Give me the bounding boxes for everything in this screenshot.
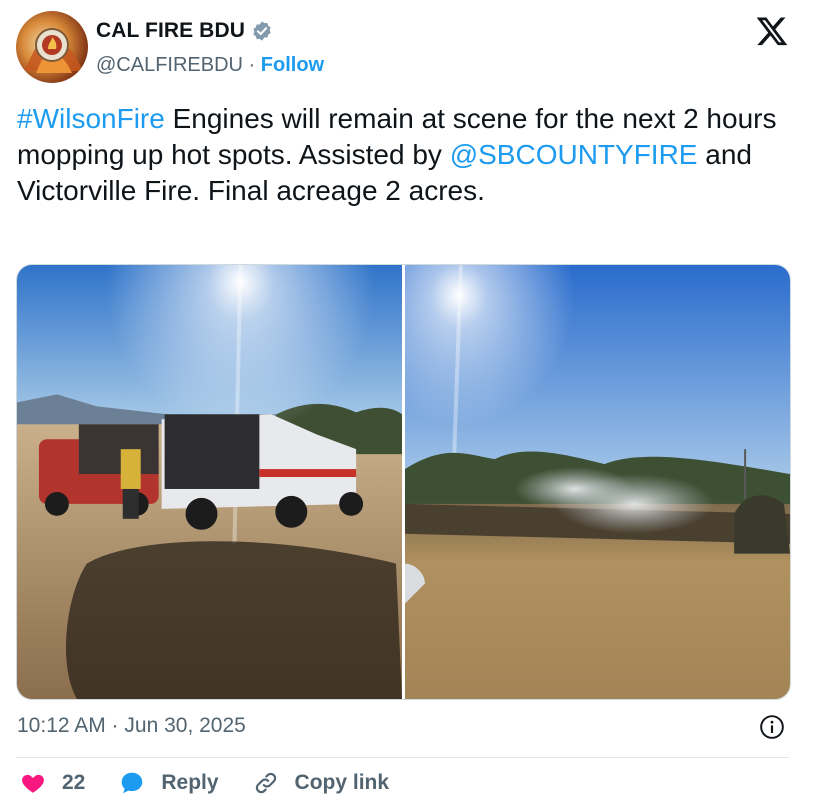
cal-fire-logo-icon <box>24 28 82 73</box>
display-name-row: CAL FIRE BDU <box>96 19 273 43</box>
reply-bubble-icon <box>122 772 143 794</box>
timestamp[interactable]: 10:12 AM · Jun 30, 2025 <box>17 714 246 738</box>
display-name[interactable]: CAL FIRE BDU <box>96 19 245 43</box>
reply-button[interactable]: Reply <box>119 770 219 796</box>
like-button[interactable]: 22 <box>20 770 85 796</box>
follow-button[interactable]: Follow <box>261 54 324 76</box>
x-logo-icon[interactable] <box>755 14 789 48</box>
media-grid <box>16 264 791 700</box>
mention-link[interactable]: @SBCOUNTYFIRE <box>450 139 698 170</box>
reply-label: Reply <box>161 771 219 794</box>
handle-separator: · <box>243 54 261 76</box>
copy-link-button[interactable]: Copy link <box>253 770 390 796</box>
handle-row: @CALFIREBDU · Follow <box>96 54 324 77</box>
tweet-card: CAL FIRE BDU @CALFIREBDU · Follow #Wilso… <box>0 0 813 805</box>
copy-link-label: Copy link <box>294 771 390 794</box>
verified-badge-icon <box>251 20 273 42</box>
action-bar: 22 Reply Copy link <box>20 770 423 796</box>
photo-fire-engines-image <box>17 265 402 699</box>
photo-burned-field-image <box>405 265 790 699</box>
like-count: 22 <box>62 771 86 794</box>
avatar[interactable] <box>16 11 88 83</box>
divider <box>16 757 789 758</box>
photo-burned-field[interactable] <box>405 265 790 699</box>
link-icon <box>255 772 276 794</box>
info-icon[interactable] <box>759 714 785 740</box>
tweet-text: #WilsonFire Engines will remain at scene… <box>17 101 787 209</box>
heart-icon <box>22 774 44 793</box>
photo-fire-engines[interactable] <box>17 265 402 699</box>
handle[interactable]: @CALFIREBDU <box>96 54 243 76</box>
hashtag-link[interactable]: #WilsonFire <box>17 103 165 134</box>
